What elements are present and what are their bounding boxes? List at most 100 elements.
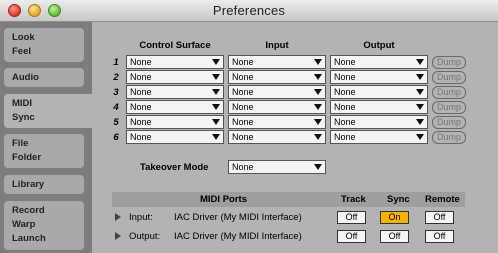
sidebar-tab-label: Warp <box>12 219 36 230</box>
sync-toggle[interactable]: Off <box>380 230 409 243</box>
midi-ports-title: MIDI Ports <box>200 194 247 205</box>
title-bar: Preferences <box>0 0 498 22</box>
sidebar-tab-library[interactable]: Library <box>4 175 84 194</box>
output-dropdown[interactable]: None <box>330 100 428 114</box>
midi-ports-header: MIDI Ports Track Sync Remote <box>112 192 465 207</box>
input-dropdown[interactable]: None <box>228 70 326 84</box>
dropdown-arrow-icon <box>212 89 220 95</box>
takeover-mode-label: Takeover Mode <box>140 162 209 173</box>
takeover-mode-dropdown[interactable]: None <box>228 160 326 174</box>
remote-toggle[interactable]: Off <box>425 211 454 224</box>
midi-port-row-output: Output: IAC Driver (My MIDI Interface) O… <box>112 229 465 245</box>
sidebar-tab-label: Record <box>12 205 45 216</box>
window-title: Preferences <box>212 3 286 18</box>
sidebar-tab-label: Feel <box>12 46 32 57</box>
sidebar: Look Feel Audio MIDI Sync File Folder Li… <box>0 22 96 253</box>
dropdown-value: None <box>130 87 152 97</box>
remote-toggle[interactable]: Off <box>425 230 454 243</box>
midi-sync-panel: Control Surface Input Output 1 None None… <box>92 22 498 253</box>
sidebar-tab-label: Launch <box>12 233 46 244</box>
dropdown-arrow-icon <box>212 119 220 125</box>
sidebar-tab-label: Audio <box>12 72 39 83</box>
sidebar-tab-audio[interactable]: Audio <box>4 68 84 87</box>
port-name: IAC Driver (My MIDI Interface) <box>174 212 302 223</box>
dropdown-value: None <box>232 87 254 97</box>
input-dropdown[interactable]: None <box>228 115 326 129</box>
dropdown-value: None <box>334 132 356 142</box>
dump-button[interactable]: Dump <box>432 131 466 144</box>
dropdown-value: None <box>130 57 152 67</box>
dump-button[interactable]: Dump <box>432 56 466 69</box>
dropdown-arrow-icon <box>212 104 220 110</box>
dropdown-value: None <box>232 72 254 82</box>
dropdown-value: None <box>130 102 152 112</box>
dropdown-arrow-icon <box>212 59 220 65</box>
row-number: 2 <box>113 72 119 83</box>
dropdown-value: None <box>232 132 254 142</box>
track-column-header: Track <box>341 194 366 205</box>
input-dropdown[interactable]: None <box>228 130 326 144</box>
input-dropdown[interactable]: None <box>228 55 326 69</box>
sidebar-tab-record-warp-launch[interactable]: Record Warp Launch <box>4 201 84 250</box>
dropdown-value: None <box>232 102 254 112</box>
dropdown-arrow-icon <box>212 74 220 80</box>
dropdown-arrow-icon <box>416 59 424 65</box>
midi-port-row-input: Input: IAC Driver (My MIDI Interface) Of… <box>112 210 465 226</box>
dropdown-value: None <box>334 72 356 82</box>
control-surface-dropdown[interactable]: None <box>126 55 224 69</box>
track-toggle[interactable]: Off <box>337 230 366 243</box>
row-number: 6 <box>113 132 119 143</box>
dropdown-value: None <box>334 117 356 127</box>
sidebar-tab-midi-sync[interactable]: MIDI Sync <box>4 94 96 128</box>
control-surface-dropdown[interactable]: None <box>126 130 224 144</box>
output-dropdown[interactable]: None <box>330 85 428 99</box>
dropdown-arrow-icon <box>314 134 322 140</box>
control-surface-header: Control Surface <box>139 40 211 51</box>
dropdown-arrow-icon <box>314 104 322 110</box>
dropdown-arrow-icon <box>416 119 424 125</box>
control-surface-dropdown[interactable]: None <box>126 100 224 114</box>
sidebar-tab-label: Sync <box>12 112 35 123</box>
input-dropdown[interactable]: None <box>228 85 326 99</box>
remote-column-header: Remote <box>425 194 460 205</box>
dump-button[interactable]: Dump <box>432 101 466 114</box>
sidebar-tab-label: Look <box>12 32 35 43</box>
track-toggle[interactable]: Off <box>337 211 366 224</box>
expand-triangle-icon[interactable] <box>115 213 121 221</box>
control-surface-dropdown[interactable]: None <box>126 70 224 84</box>
dropdown-arrow-icon <box>314 59 322 65</box>
control-surface-dropdown[interactable]: None <box>126 115 224 129</box>
sidebar-tab-look-feel[interactable]: Look Feel <box>4 28 84 62</box>
output-dropdown[interactable]: None <box>330 115 428 129</box>
input-dropdown[interactable]: None <box>228 100 326 114</box>
row-number: 4 <box>113 102 119 113</box>
output-header: Output <box>363 40 395 51</box>
row-number: 3 <box>113 87 119 98</box>
row-number: 1 <box>113 57 119 68</box>
output-dropdown[interactable]: None <box>330 130 428 144</box>
output-dropdown[interactable]: None <box>330 70 428 84</box>
dropdown-value: None <box>232 117 254 127</box>
dropdown-value: None <box>334 57 356 67</box>
dropdown-value: None <box>232 57 254 67</box>
dropdown-arrow-icon <box>416 74 424 80</box>
sync-column-header: Sync <box>387 194 410 205</box>
output-dropdown[interactable]: None <box>330 55 428 69</box>
sidebar-tab-file-folder[interactable]: File Folder <box>4 134 84 168</box>
port-direction-label: Output: <box>129 231 161 242</box>
dropdown-value: None <box>130 132 152 142</box>
dropdown-value: None <box>334 102 356 112</box>
port-name: IAC Driver (My MIDI Interface) <box>174 231 302 242</box>
sidebar-tab-label: Library <box>12 179 45 190</box>
dump-button[interactable]: Dump <box>432 71 466 84</box>
control-surface-dropdown[interactable]: None <box>126 85 224 99</box>
dropdown-value: None <box>334 87 356 97</box>
sync-toggle[interactable]: On <box>380 211 409 224</box>
dropdown-arrow-icon <box>416 134 424 140</box>
dropdown-arrow-icon <box>314 164 322 170</box>
dump-button[interactable]: Dump <box>432 86 466 99</box>
row-number: 5 <box>113 117 119 128</box>
expand-triangle-icon[interactable] <box>115 232 121 240</box>
sidebar-tab-label: Folder <box>12 152 42 163</box>
dump-button[interactable]: Dump <box>432 116 466 129</box>
